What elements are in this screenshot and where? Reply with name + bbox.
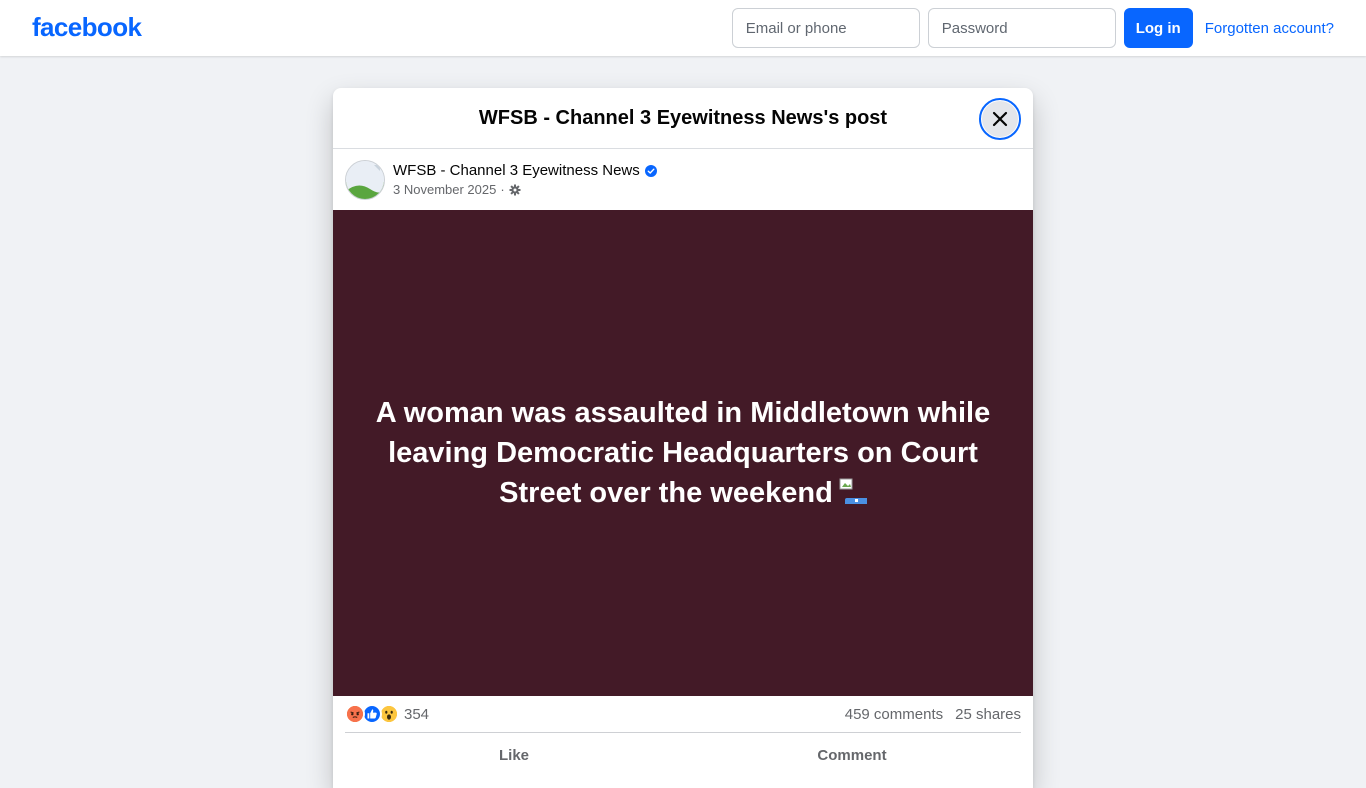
page-meta: WFSB - Channel 3 Eyewitness News 3 Novem… (393, 162, 657, 197)
post-date-row: 3 November 2025 · (393, 182, 657, 197)
reaction-count: 354 (404, 705, 430, 723)
login-button[interactable]: Log in (1123, 8, 1193, 48)
close-icon (992, 111, 1008, 127)
like-label: Like (498, 746, 529, 764)
post-dialog: WFSB - Channel 3 Eyewitness News's post … (333, 88, 1033, 788)
post-actions: Like Comment (345, 733, 1021, 777)
like-reaction-icon (362, 704, 382, 724)
password-field[interactable] (927, 8, 1116, 48)
post-date[interactable]: 3 November 2025 (393, 182, 496, 197)
login-form: Log in Forgotten account? (731, 8, 1334, 48)
post-text: A woman was assaulted in Middletown whil… (363, 393, 1003, 513)
post-message: A woman was assaulted in Middletown whil… (375, 397, 991, 509)
like-button[interactable]: Like (345, 733, 683, 777)
forgotten-account-link[interactable]: Forgotten account? (1205, 20, 1334, 37)
post-stats: 354 459 comments 25 shares (345, 696, 1021, 733)
avatar-image-icon (346, 160, 384, 199)
shares-count[interactable]: 25 shares (955, 706, 1021, 723)
broken-image-icon (839, 475, 869, 508)
close-button[interactable] (979, 98, 1021, 140)
page-name-row: WFSB - Channel 3 Eyewitness News (393, 162, 657, 179)
reactions-summary[interactable]: 354 (345, 704, 429, 724)
page-name[interactable]: WFSB - Channel 3 Eyewitness News (393, 162, 640, 179)
wow-reaction-icon (379, 704, 399, 724)
engagement-counts: 459 comments 25 shares (845, 706, 1021, 723)
facebook-logo[interactable]: facebook (32, 12, 142, 43)
comment-label: Comment (817, 746, 887, 764)
top-bar: facebook Log in Forgotten account? (0, 0, 1366, 56)
angry-reaction-icon (345, 704, 365, 724)
page-avatar[interactable] (345, 159, 385, 200)
post-header: WFSB - Channel 3 Eyewitness News 3 Novem… (333, 149, 1033, 210)
dialog-header: WFSB - Channel 3 Eyewitness News's post (333, 88, 1033, 149)
comment-button[interactable]: Comment (683, 733, 1021, 777)
audience-gear-icon (509, 184, 521, 195)
email-field[interactable] (731, 8, 920, 48)
comments-count[interactable]: 459 comments (845, 706, 943, 723)
post-text-background[interactable]: A woman was assaulted in Middletown whil… (333, 210, 1033, 696)
dialog-title: WFSB - Channel 3 Eyewitness News's post (478, 106, 888, 129)
verified-badge-icon (644, 164, 657, 177)
date-separator: · (500, 182, 505, 197)
